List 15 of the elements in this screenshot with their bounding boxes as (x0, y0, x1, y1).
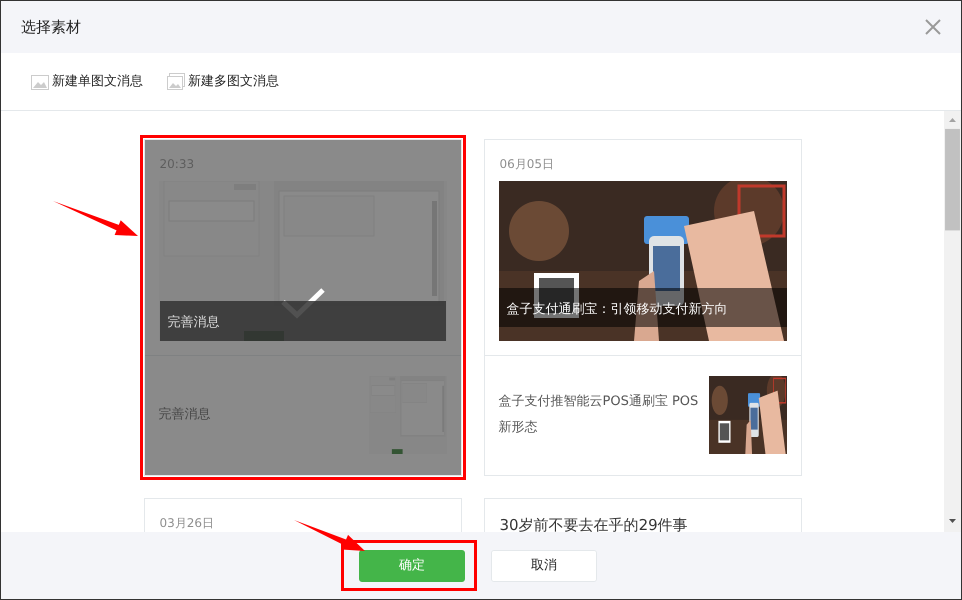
toolbar-link[interactable]: 新建单图文消息 (31, 72, 143, 92)
dialog-title: 选择素材 (21, 16, 81, 38)
scrollbar[interactable] (944, 111, 961, 532)
close-icon[interactable] (925, 19, 941, 35)
cover-title: 完善消息 (160, 301, 446, 340)
toolbar-link[interactable]: 新建多图文消息 (167, 72, 279, 92)
article-card[interactable]: 06月05日 盒子支付通刷宝：引领移动支付新方向 盒子支付推智能云POS通刷宝 POS新形态 (484, 139, 802, 476)
cover-title: 盒子支付通刷宝：引领移动支付新方向 (498, 288, 786, 327)
article-title: 完善消息 (158, 406, 212, 424)
image-icon (31, 73, 49, 90)
article-title: 盒子支付推智能云POS通刷宝 POS新形态 (498, 393, 698, 437)
date-label: 06月05日 (498, 156, 556, 173)
dialog-button[interactable]: 取消 (491, 550, 597, 582)
image-icon (167, 73, 185, 90)
article-card[interactable]: 30岁前不要去在乎的29件事 (484, 498, 802, 532)
